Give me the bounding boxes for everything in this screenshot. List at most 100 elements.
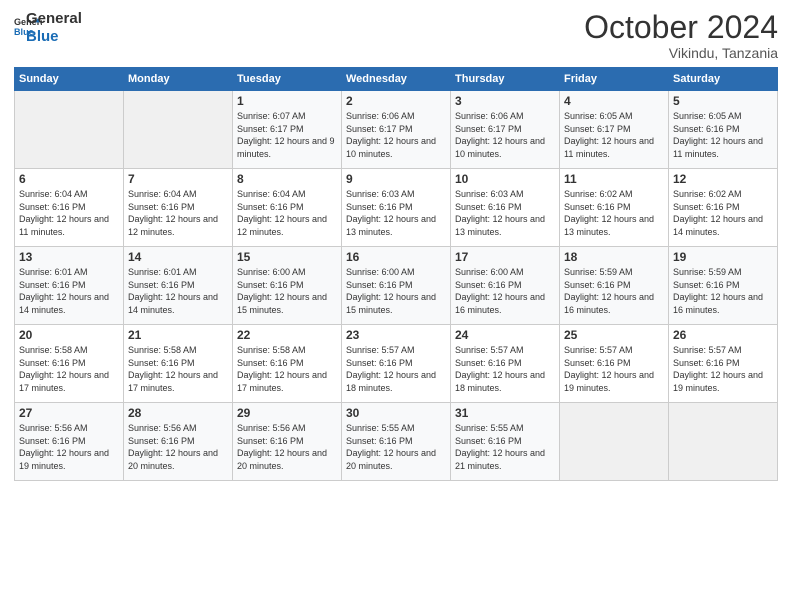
calendar-cell: 8 Sunrise: 6:04 AM Sunset: 6:16 PM Dayli…	[233, 169, 342, 247]
sunrise-text: Sunrise: 6:05 AM	[564, 111, 633, 121]
daylight-text: Daylight: 12 hours and 10 minutes.	[346, 136, 436, 159]
sunset-text: Sunset: 6:16 PM	[564, 280, 631, 290]
calendar-week-row: 1 Sunrise: 6:07 AM Sunset: 6:17 PM Dayli…	[15, 91, 778, 169]
sunset-text: Sunset: 6:16 PM	[346, 280, 413, 290]
day-number: 17	[455, 250, 555, 264]
title-block: October 2024 Vikindu, Tanzania	[584, 10, 778, 61]
calendar-cell: 7 Sunrise: 6:04 AM Sunset: 6:16 PM Dayli…	[124, 169, 233, 247]
day-info: Sunrise: 5:57 AM Sunset: 6:16 PM Dayligh…	[346, 344, 446, 394]
calendar-container: General Blue General Blue October 2024 V…	[0, 0, 792, 612]
calendar-cell: 4 Sunrise: 6:05 AM Sunset: 6:17 PM Dayli…	[560, 91, 669, 169]
day-number: 8	[237, 172, 337, 186]
sunset-text: Sunset: 6:16 PM	[237, 280, 304, 290]
daylight-text: Daylight: 12 hours and 14 minutes.	[19, 292, 109, 315]
sunset-text: Sunset: 6:16 PM	[346, 436, 413, 446]
header-monday: Monday	[124, 68, 233, 91]
sunset-text: Sunset: 6:16 PM	[673, 280, 740, 290]
sunrise-text: Sunrise: 6:04 AM	[19, 189, 88, 199]
day-info: Sunrise: 6:00 AM Sunset: 6:16 PM Dayligh…	[346, 266, 446, 316]
day-number: 21	[128, 328, 228, 342]
sunrise-text: Sunrise: 6:03 AM	[346, 189, 415, 199]
daylight-text: Daylight: 12 hours and 13 minutes.	[346, 214, 436, 237]
calendar-cell: 24 Sunrise: 5:57 AM Sunset: 6:16 PM Dayl…	[451, 325, 560, 403]
day-info: Sunrise: 5:56 AM Sunset: 6:16 PM Dayligh…	[19, 422, 119, 472]
sunset-text: Sunset: 6:16 PM	[564, 202, 631, 212]
sunrise-text: Sunrise: 5:55 AM	[346, 423, 415, 433]
sunset-text: Sunset: 6:16 PM	[564, 358, 631, 368]
sunset-text: Sunset: 6:16 PM	[455, 280, 522, 290]
sunrise-text: Sunrise: 5:58 AM	[128, 345, 197, 355]
calendar-cell: 31 Sunrise: 5:55 AM Sunset: 6:16 PM Dayl…	[451, 403, 560, 481]
sunrise-text: Sunrise: 5:55 AM	[455, 423, 524, 433]
daylight-text: Daylight: 12 hours and 19 minutes.	[19, 448, 109, 471]
sunrise-text: Sunrise: 5:59 AM	[673, 267, 742, 277]
sunset-text: Sunset: 6:17 PM	[237, 124, 304, 134]
daylight-text: Daylight: 12 hours and 11 minutes.	[564, 136, 654, 159]
day-number: 5	[673, 94, 773, 108]
day-number: 19	[673, 250, 773, 264]
day-number: 26	[673, 328, 773, 342]
logo-general: General	[26, 10, 82, 28]
calendar-cell: 3 Sunrise: 6:06 AM Sunset: 6:17 PM Dayli…	[451, 91, 560, 169]
day-number: 16	[346, 250, 446, 264]
sunset-text: Sunset: 6:16 PM	[128, 436, 195, 446]
day-info: Sunrise: 6:01 AM Sunset: 6:16 PM Dayligh…	[128, 266, 228, 316]
daylight-text: Daylight: 12 hours and 12 minutes.	[237, 214, 327, 237]
daylight-text: Daylight: 12 hours and 16 minutes.	[455, 292, 545, 315]
calendar-cell: 20 Sunrise: 5:58 AM Sunset: 6:16 PM Dayl…	[15, 325, 124, 403]
daylight-text: Daylight: 12 hours and 20 minutes.	[237, 448, 327, 471]
day-info: Sunrise: 5:56 AM Sunset: 6:16 PM Dayligh…	[237, 422, 337, 472]
sunset-text: Sunset: 6:16 PM	[346, 202, 413, 212]
calendar-cell: 13 Sunrise: 6:01 AM Sunset: 6:16 PM Dayl…	[15, 247, 124, 325]
daylight-text: Daylight: 12 hours and 14 minutes.	[128, 292, 218, 315]
calendar-cell	[669, 403, 778, 481]
daylight-text: Daylight: 12 hours and 19 minutes.	[564, 370, 654, 393]
sunrise-text: Sunrise: 5:57 AM	[564, 345, 633, 355]
day-info: Sunrise: 6:03 AM Sunset: 6:16 PM Dayligh…	[455, 188, 555, 238]
day-number: 18	[564, 250, 664, 264]
day-info: Sunrise: 6:04 AM Sunset: 6:16 PM Dayligh…	[19, 188, 119, 238]
calendar-cell	[560, 403, 669, 481]
sunrise-text: Sunrise: 5:58 AM	[19, 345, 88, 355]
calendar-cell: 26 Sunrise: 5:57 AM Sunset: 6:16 PM Dayl…	[669, 325, 778, 403]
day-number: 14	[128, 250, 228, 264]
sunrise-text: Sunrise: 5:56 AM	[237, 423, 306, 433]
sunset-text: Sunset: 6:16 PM	[19, 358, 86, 368]
daylight-text: Daylight: 12 hours and 15 minutes.	[237, 292, 327, 315]
calendar-cell: 27 Sunrise: 5:56 AM Sunset: 6:16 PM Dayl…	[15, 403, 124, 481]
daylight-text: Daylight: 12 hours and 18 minutes.	[455, 370, 545, 393]
sunset-text: Sunset: 6:16 PM	[673, 202, 740, 212]
sunrise-text: Sunrise: 5:57 AM	[346, 345, 415, 355]
daylight-text: Daylight: 12 hours and 11 minutes.	[19, 214, 109, 237]
sunrise-text: Sunrise: 5:59 AM	[564, 267, 633, 277]
sunset-text: Sunset: 6:16 PM	[128, 358, 195, 368]
calendar-header: General Blue General Blue October 2024 V…	[14, 10, 778, 61]
day-number: 28	[128, 406, 228, 420]
calendar-cell: 28 Sunrise: 5:56 AM Sunset: 6:16 PM Dayl…	[124, 403, 233, 481]
day-info: Sunrise: 5:59 AM Sunset: 6:16 PM Dayligh…	[673, 266, 773, 316]
day-number: 9	[346, 172, 446, 186]
calendar-cell: 23 Sunrise: 5:57 AM Sunset: 6:16 PM Dayl…	[342, 325, 451, 403]
sunrise-text: Sunrise: 6:06 AM	[455, 111, 524, 121]
day-info: Sunrise: 5:56 AM Sunset: 6:16 PM Dayligh…	[128, 422, 228, 472]
sunset-text: Sunset: 6:16 PM	[673, 358, 740, 368]
day-info: Sunrise: 6:06 AM Sunset: 6:17 PM Dayligh…	[455, 110, 555, 160]
day-number: 4	[564, 94, 664, 108]
header-wednesday: Wednesday	[342, 68, 451, 91]
sunset-text: Sunset: 6:16 PM	[455, 358, 522, 368]
daylight-text: Daylight: 12 hours and 13 minutes.	[455, 214, 545, 237]
calendar-header-row: Sunday Monday Tuesday Wednesday Thursday…	[15, 68, 778, 91]
sunset-text: Sunset: 6:16 PM	[237, 202, 304, 212]
header-thursday: Thursday	[451, 68, 560, 91]
calendar-week-row: 27 Sunrise: 5:56 AM Sunset: 6:16 PM Dayl…	[15, 403, 778, 481]
calendar-cell: 14 Sunrise: 6:01 AM Sunset: 6:16 PM Dayl…	[124, 247, 233, 325]
day-number: 13	[19, 250, 119, 264]
day-info: Sunrise: 5:58 AM Sunset: 6:16 PM Dayligh…	[128, 344, 228, 394]
day-info: Sunrise: 5:58 AM Sunset: 6:16 PM Dayligh…	[237, 344, 337, 394]
daylight-text: Daylight: 12 hours and 9 minutes.	[237, 136, 335, 159]
calendar-cell: 11 Sunrise: 6:02 AM Sunset: 6:16 PM Dayl…	[560, 169, 669, 247]
day-number: 25	[564, 328, 664, 342]
calendar-cell: 6 Sunrise: 6:04 AM Sunset: 6:16 PM Dayli…	[15, 169, 124, 247]
sunset-text: Sunset: 6:16 PM	[673, 124, 740, 134]
sunrise-text: Sunrise: 6:04 AM	[128, 189, 197, 199]
